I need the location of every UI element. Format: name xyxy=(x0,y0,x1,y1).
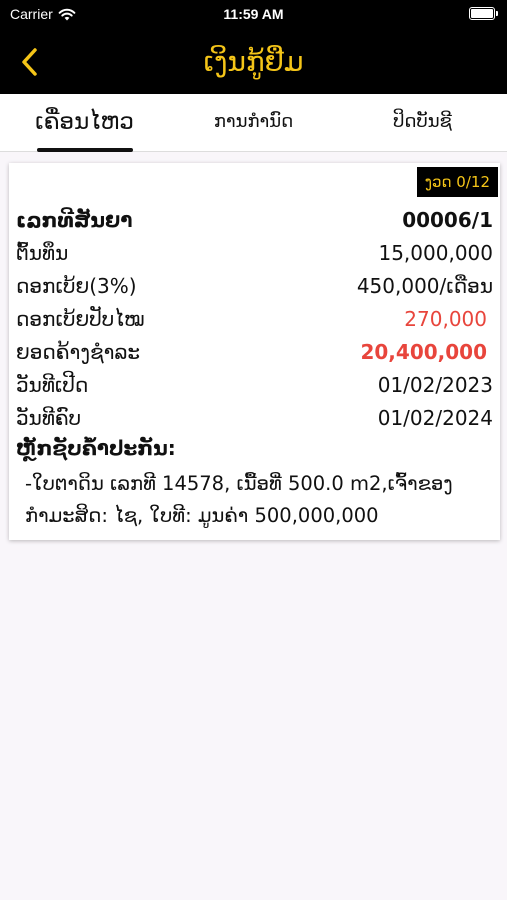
outstanding-label: ຍອດຄ້າງຊຳລະ xyxy=(16,339,141,364)
penalty-value: 270,000 xyxy=(404,306,487,331)
clock: 11:59 AM xyxy=(223,6,284,22)
interest-row: ດອກເບ້ຍ(3%) 450,000/ເດືອນ xyxy=(16,269,493,302)
collateral-title: ຫຼັກຊັບຄໍ້າປະກັນ: xyxy=(16,436,176,460)
battery-icon xyxy=(469,7,498,20)
tab-indicator xyxy=(37,148,133,152)
open-date-label: ວັນທີເປີດ xyxy=(16,372,89,397)
tab-label: ປິດບັນຊີ xyxy=(393,111,452,132)
installment-badge: ງວດ 0/12 xyxy=(416,167,498,197)
open-date-value: 01/02/2023 xyxy=(377,372,493,397)
tab-close-account[interactable]: ປິດບັນຊີ xyxy=(338,94,507,152)
tab-schedule[interactable]: ການກຳນົດ xyxy=(169,94,338,152)
contract-row: ເລກທີສັນຍາ 00006/1 xyxy=(16,203,493,236)
tab-label: ເຄື່ອນໄຫວ xyxy=(35,109,134,135)
outstanding-row: ຍອດຄ້າງຊຳລະ 20,400,000 xyxy=(16,335,493,368)
tab-active[interactable]: ເຄື່ອນໄຫວ xyxy=(0,94,169,152)
contract-value: 00006/1 xyxy=(402,207,493,232)
outstanding-value: 20,400,000 xyxy=(360,339,487,364)
penalty-row: ດອກເບ້ຍປັບໄໝ 270,000 xyxy=(16,302,493,335)
tab-bar: ເຄື່ອນໄຫວ ການກຳນົດ ປິດບັນຊີ xyxy=(0,94,507,152)
end-date-value: 01/02/2024 xyxy=(377,405,493,430)
navigation-bar: ເງິນກູ້ຢືມ xyxy=(0,30,507,94)
end-date-row: ວັນທີຄົບ 01/02/2024 xyxy=(16,401,493,434)
open-date-row: ວັນທີເປີດ 01/02/2023 xyxy=(16,368,493,401)
principal-value: 15,000,000 xyxy=(378,240,493,265)
page-title: ເງິນກູ້ຢືມ xyxy=(203,45,304,78)
principal-label: ຕົ້ນທຶນ xyxy=(16,240,69,265)
loan-card[interactable]: ງວດ 0/12 ເລກທີສັນຍາ 00006/1 ຕົ້ນທຶນ 15,0… xyxy=(9,163,500,540)
status-bar: Carrier 11:59 AM xyxy=(0,0,507,30)
interest-label: ດອກເບ້ຍ(3%) xyxy=(16,273,137,298)
contract-label: ເລກທີສັນຍາ xyxy=(16,207,133,232)
interest-value: 450,000/ເດືອນ xyxy=(356,273,493,298)
tab-label: ການກຳນົດ xyxy=(213,111,294,132)
principal-row: ຕົ້ນທຶນ 15,000,000 xyxy=(16,236,493,269)
collateral-description: -ໃບຕາດິນ ເລກທີ 14578, ເນື້ອທີ່ 500.0 m2,… xyxy=(25,472,453,527)
end-date-label: ວັນທີຄົບ xyxy=(16,405,82,430)
penalty-label: ດອກເບ້ຍປັບໄໝ xyxy=(16,306,145,331)
